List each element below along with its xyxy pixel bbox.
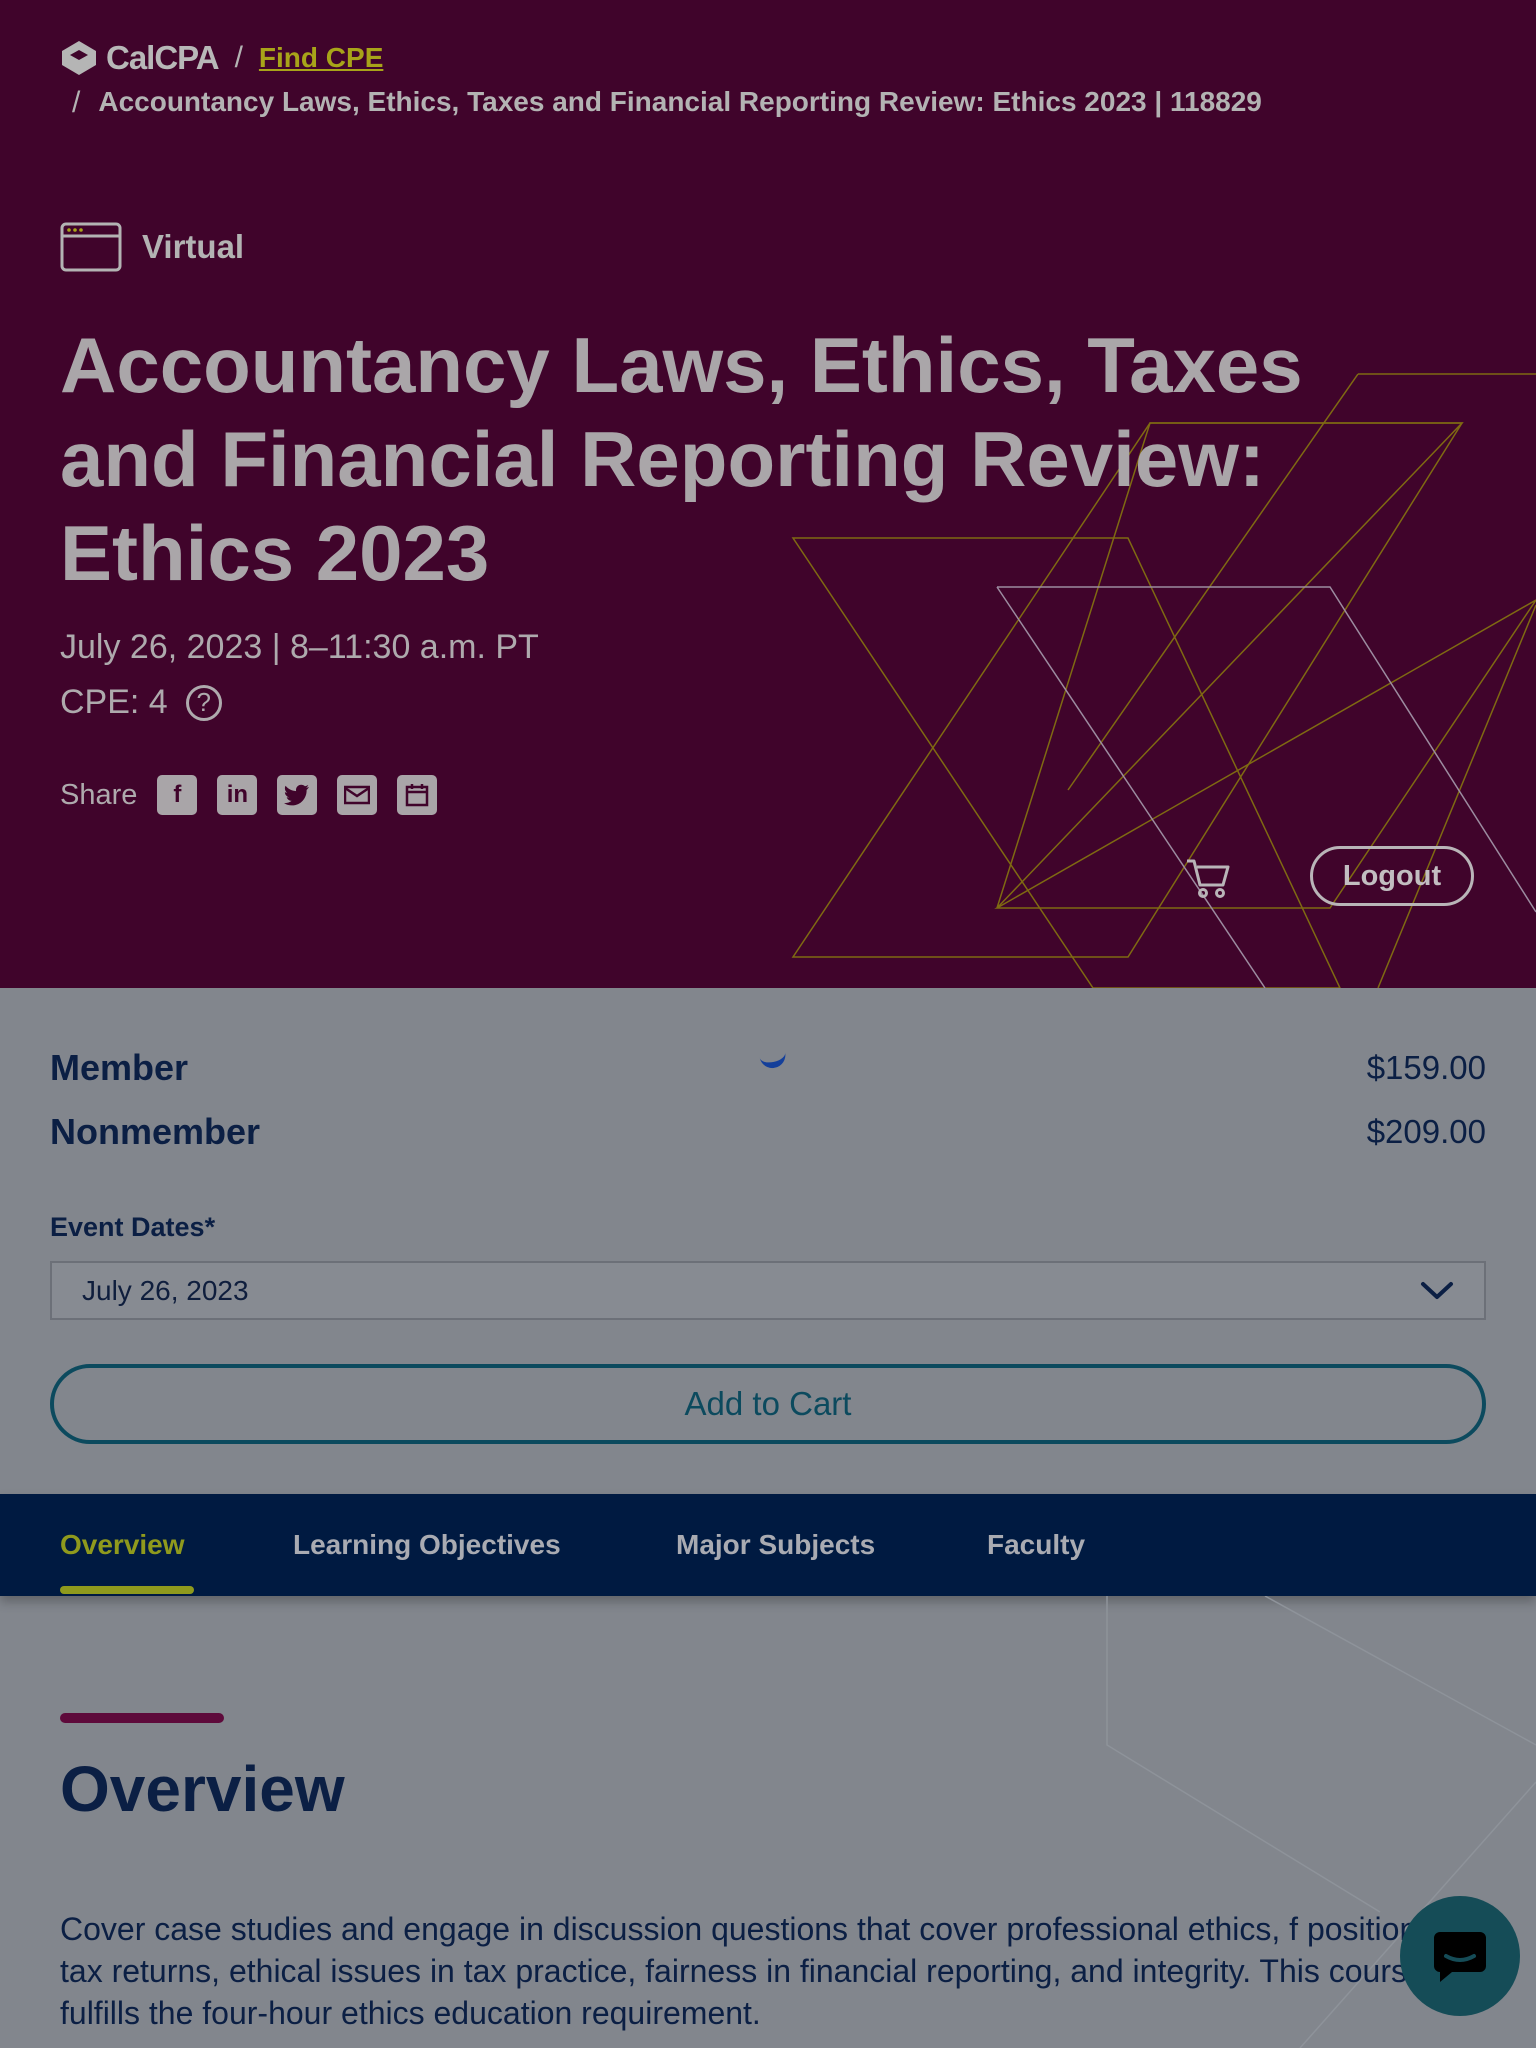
tab-learning-objectives[interactable]: Learning Objectives: [293, 1494, 561, 1596]
chat-bubble-icon: [1434, 1932, 1486, 1982]
help-icon[interactable]: ?: [185, 684, 222, 721]
logout-button[interactable]: Logout: [1310, 846, 1474, 906]
add-to-cart-button[interactable]: Add to Cart: [50, 1364, 1486, 1444]
price-row-nonmember: Nonmember $209.00: [50, 1100, 1486, 1164]
overview-text: Cover case studies and engage in discuss…: [60, 1911, 1468, 2031]
event-format-label: Virtual: [142, 228, 245, 265]
twitter-icon[interactable]: [277, 775, 318, 815]
breadcrumb-separator: /: [234, 41, 243, 74]
breadcrumb-separator: /: [72, 86, 81, 119]
tab-major-subjects[interactable]: Major Subjects: [676, 1494, 875, 1596]
cpe-label: CPE: 4: [60, 683, 168, 721]
tab-bar: Overview Learning Objectives Major Subje…: [0, 1494, 1536, 1596]
breadcrumb-current: Accountancy Laws, Ethics, Taxes and Fina…: [98, 86, 1262, 117]
event-dates-select[interactable]: July 26, 2023: [50, 1261, 1486, 1320]
price-row-member: Member $159.00: [50, 1036, 1486, 1100]
chat-button[interactable]: [1400, 1896, 1520, 2016]
event-dates-selected: July 26, 2023: [82, 1274, 249, 1306]
cpe-credits: CPE: 4 ?: [60, 683, 222, 722]
chevron-down-icon: [1421, 1281, 1453, 1299]
hero-banner: CalCPA / Find CPE / Accountancy Laws, Et…: [0, 0, 1536, 988]
price-value: $209.00: [1366, 1113, 1486, 1150]
find-cpe-link[interactable]: Find CPE: [259, 42, 383, 74]
breadcrumb: CalCPA / Find CPE / Accountancy Laws, Et…: [60, 39, 1262, 120]
overview-heading: Overview: [60, 1753, 345, 1825]
browser-window-icon: [60, 222, 122, 272]
tab-overview[interactable]: Overview: [60, 1494, 185, 1596]
share-label: Share: [60, 778, 138, 811]
logo-text[interactable]: CalCPA: [106, 39, 220, 77]
page-title: Accountancy Laws, Ethics, Taxes and Fina…: [60, 321, 1303, 597]
share-bar: Share f in: [60, 775, 438, 815]
tab-faculty[interactable]: Faculty: [987, 1494, 1085, 1596]
event-date-time: July 26, 2023 | 8–11:30 a.m. PT: [60, 628, 539, 666]
facebook-icon[interactable]: f: [157, 775, 198, 815]
email-icon[interactable]: [337, 775, 378, 815]
calendar-icon[interactable]: [397, 775, 438, 815]
price-label: Member: [50, 1047, 189, 1088]
shopping-cart-icon[interactable]: [1185, 857, 1231, 899]
event-format: Virtual: [60, 222, 244, 272]
price-value: $159.00: [1366, 1049, 1486, 1086]
section-accent-bar: [60, 1713, 224, 1723]
price-label: Nonmember: [50, 1111, 261, 1152]
event-dates-label: Event Dates*: [50, 1212, 216, 1242]
calcpa-logo-icon: [62, 41, 96, 75]
active-tab-indicator: [60, 1586, 194, 1594]
linkedin-icon[interactable]: in: [217, 775, 258, 815]
